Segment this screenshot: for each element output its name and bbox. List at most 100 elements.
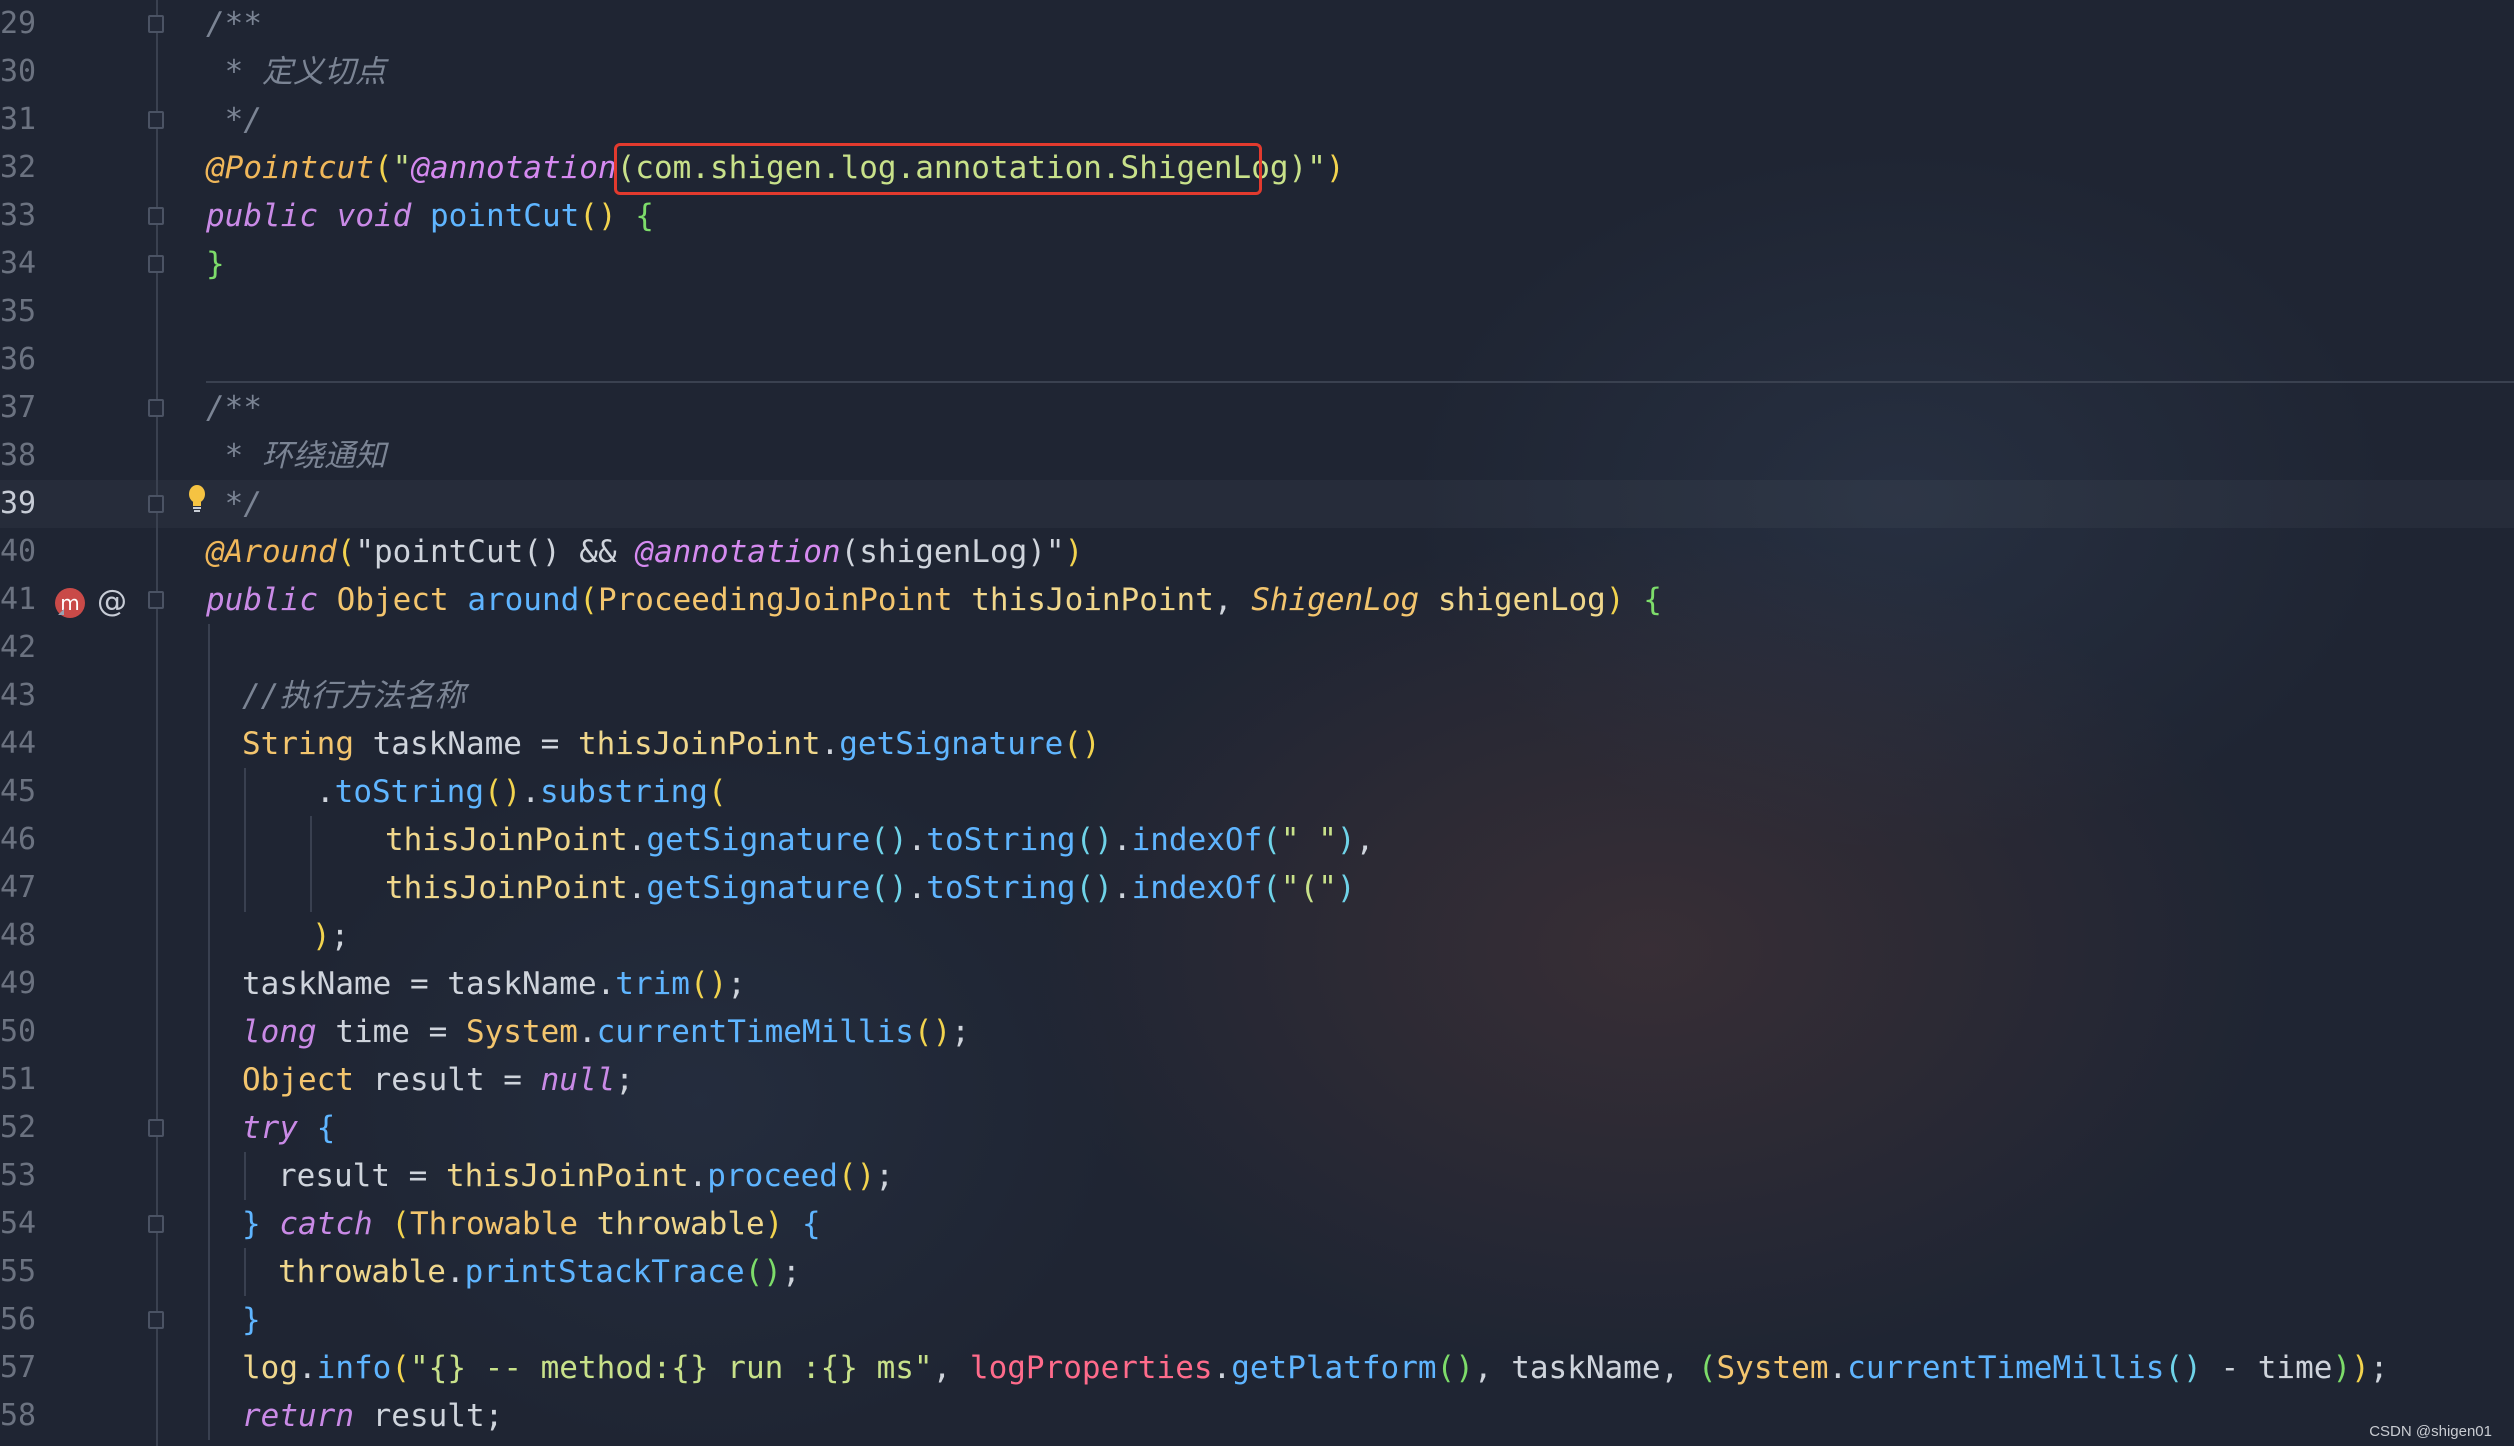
paren: ( [579,582,598,618]
line-number: 44 [0,726,37,761]
dot: . [1828,1350,1848,1386]
paren: ) [1336,870,1356,906]
paren: ) [312,918,331,954]
line-number: 32 [0,150,37,185]
fold-toggle-icon[interactable] [148,1119,164,1137]
fold-toggle-icon[interactable] [148,111,164,129]
code-line-51[interactable]: Object result = null; [242,1056,634,1104]
indent-guide [208,624,210,1440]
code-line-49[interactable]: taskName = taskName.trim(); [242,960,746,1008]
fold-toggle-icon[interactable] [148,207,164,225]
code-line-31[interactable]: */ [206,96,262,144]
code-line-38[interactable]: * 环绕通知 [206,432,386,480]
brace: } [206,246,225,282]
semicolon: ; [875,1158,894,1194]
code-line-45[interactable]: .toString().substring( [316,768,727,816]
brace: { [316,1110,336,1146]
code-line-43[interactable]: //执行方法名称 [242,672,465,720]
paren: ) [2332,1350,2352,1386]
paren: ) [1325,150,1345,186]
line-number: 48 [0,918,37,953]
code-line-48[interactable]: ); [312,912,349,960]
fold-toggle-icon[interactable] [148,1311,164,1329]
method-name: around [467,582,580,618]
highlight-box [614,143,1262,195]
semicolon: ; [2369,1350,2389,1386]
line-number: 55 [0,1254,37,1289]
paren: ( [1262,822,1281,858]
paren: ( [391,1350,410,1386]
code-line-29[interactable]: /** [206,0,262,48]
code-line-56[interactable]: } [242,1296,261,1344]
paren: () [837,1158,876,1194]
code-line-44[interactable]: String taskName = thisJoinPoint.getSigna… [242,720,1101,768]
paren: () [1075,822,1113,858]
paren: ( [373,150,393,186]
code-line-50[interactable]: long time = System.currentTimeMillis(); [242,1008,970,1056]
dot: . [907,822,927,858]
string: "(" [1280,870,1337,906]
paren: () [1063,726,1101,762]
keyword: null [540,1062,616,1098]
type: ProceedingJoinPoint [597,582,953,618]
code-line-47[interactable]: thisJoinPoint.getSignature().toString().… [385,864,1356,912]
override-method-icon[interactable]: m [52,585,88,621]
dot: . [577,1014,597,1050]
keyword: void [336,198,412,234]
variable: thisJoinPoint [385,822,628,858]
paren: () [2164,1350,2202,1386]
lightbulb-icon[interactable] [187,484,207,514]
line-number: 49 [0,966,37,1001]
code-line-40[interactable]: @Around("pointCut() && @annotation(shige… [206,528,1083,576]
type: System [465,1014,578,1050]
code-line-55[interactable]: throwable.printStackTrace(); [278,1248,801,1296]
string-annotation: @annotation [635,534,841,570]
type: ShigenLog [1251,582,1420,618]
code-line-54[interactable]: } catch (Throwable throwable) { [242,1200,821,1248]
code-line-37[interactable]: /** [206,384,262,432]
method-call: getSignature [646,822,871,858]
code-text: , [932,1350,970,1386]
string: "{} -- method:{} run :{} ms" [410,1350,933,1386]
paren: ) [764,1206,784,1242]
fold-toggle-icon[interactable] [148,591,164,609]
fold-toggle-icon[interactable] [148,15,164,33]
code-line-41[interactable]: public Object around(ProceedingJoinPoint… [206,576,1662,624]
parameter: shigenLog [1437,582,1606,618]
code-editor[interactable]: 29 30 31 32 33 34 35 36 37 38 39 40 41 4… [0,0,2514,1446]
fold-toggle-icon[interactable] [148,495,164,513]
code-line-46[interactable]: thisJoinPoint.getSignature().toString().… [385,816,1374,864]
string: " [392,150,412,186]
parameter: throwable [596,1206,765,1242]
dot: . [445,1254,465,1290]
line-number: 33 [0,198,37,233]
code-line-30[interactable]: * 定义切点 [206,48,386,96]
code-text: - time [2201,1350,2333,1386]
method-call: printStackTrace [464,1254,745,1290]
code-text: result = [353,1062,541,1098]
code-line-34[interactable]: } [206,240,225,288]
line-number: 36 [0,342,37,377]
variable: thisJoinPoint [385,870,628,906]
code-line-39[interactable]: */ [206,480,262,528]
paren: ) [1605,582,1625,618]
fold-toggle-icon[interactable] [148,255,164,273]
semicolon: ; [781,1254,801,1290]
at-icon[interactable]: @ [97,584,127,619]
code-line-53[interactable]: result = thisJoinPoint.proceed(); [278,1152,894,1200]
method-call: substring [539,774,708,810]
line-number: 51 [0,1062,37,1097]
line-number: 42 [0,630,37,665]
fold-toggle-icon[interactable] [148,399,164,417]
line-number: 40 [0,534,37,569]
code-line-33[interactable]: public void pointCut() { [206,192,654,240]
fold-toggle-icon[interactable] [148,1215,164,1233]
dot: . [1112,822,1132,858]
code-line-52[interactable]: try { [242,1104,335,1152]
code-line-57[interactable]: log.info("{} -- method:{} run :{} ms", l… [242,1344,2388,1392]
separator: , [1213,582,1252,618]
line-number: 47 [0,870,37,905]
line-number: 56 [0,1302,37,1337]
variable: thisJoinPoint [445,1158,689,1194]
code-line-58[interactable]: return result; [242,1392,503,1440]
